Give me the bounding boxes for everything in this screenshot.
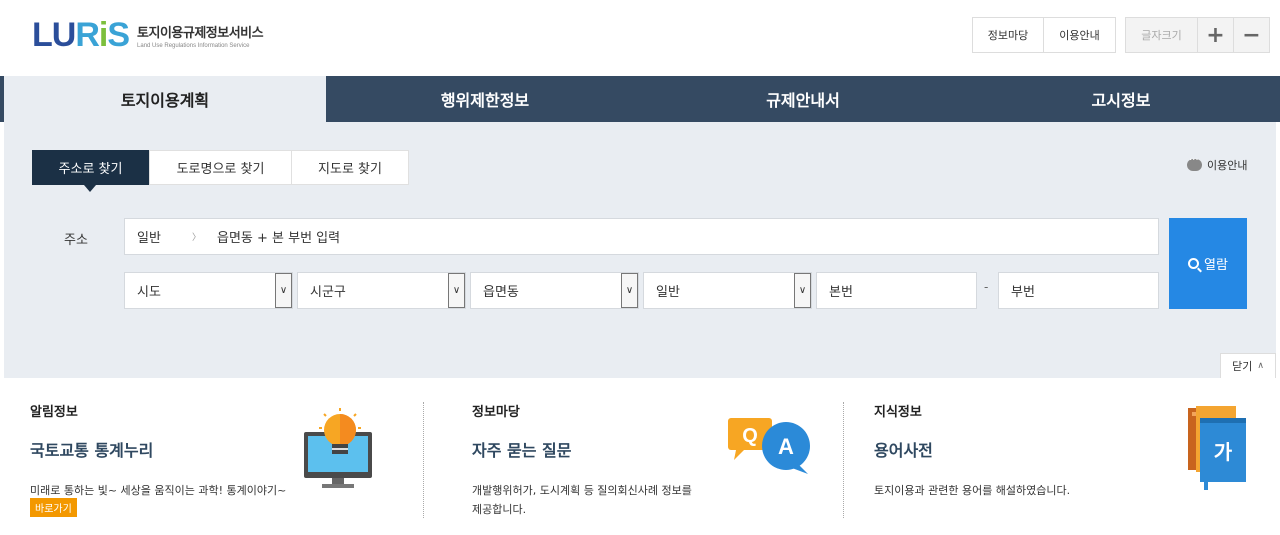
chat-bubble-icon	[1187, 155, 1202, 171]
number-separator: -	[984, 280, 989, 294]
info-board-link[interactable]: 정보마당	[972, 17, 1044, 53]
tab-road-name-search[interactable]: 도로명으로 찾기	[149, 150, 292, 185]
logo-title: 토지이용규제정보서비스	[137, 25, 264, 41]
usage-guide-link[interactable]: 이용안내	[1187, 155, 1247, 173]
column-description: 개발행위허가, 도시계획 등 질의회신사례 정보를 제공합니다.	[472, 484, 692, 516]
header: LURiS 토지이용규제정보서비스 Land Use Regulations I…	[0, 0, 1280, 76]
qa-bubble-icon: Q A	[728, 418, 810, 474]
shortcut-button[interactable]: 바로가기	[30, 498, 77, 517]
dictionary-book-icon: 가	[1188, 406, 1246, 490]
logo-subtitle: Land Use Regulations Information Service	[137, 42, 250, 49]
chevron-down-icon: 〉	[191, 233, 201, 243]
font-decrease-button[interactable]: −	[1234, 17, 1270, 53]
view-button[interactable]: 열람	[1169, 218, 1247, 309]
chevron-down-icon: ∨	[275, 273, 292, 308]
font-size-control: 글자크기 + −	[1125, 17, 1270, 53]
tab-map-search[interactable]: 지도로 찾기	[292, 150, 409, 185]
chevron-down-icon: ∨	[621, 273, 638, 308]
column-divider	[843, 402, 844, 518]
user-guide-link[interactable]: 이용안내	[1044, 17, 1116, 53]
land-type-select[interactable]: 일반 ∨	[643, 272, 812, 309]
chevron-up-icon: ∧	[1257, 361, 1264, 371]
address-text: 읍면동 + 본 부번 입력	[217, 231, 341, 246]
nav-notice-info[interactable]: 고시정보	[962, 76, 1280, 122]
address-input[interactable]: 일반 〉 읍면동 + 본 부번 입력	[124, 218, 1159, 255]
sido-select[interactable]: 시도 ∨	[124, 272, 293, 309]
book-char: 가	[1214, 440, 1233, 464]
address-type-select[interactable]: 일반 〉	[125, 227, 205, 246]
search-icon	[1188, 258, 1200, 269]
font-size-label: 글자크기	[1125, 17, 1198, 53]
tab-address-search[interactable]: 주소로 찾기	[32, 150, 149, 192]
glossary-link[interactable]: 용어사전	[874, 437, 933, 461]
main-nav: 토지이용계획 행위제한정보 규제안내서 고시정보	[0, 76, 1280, 122]
eupmyeondong-select[interactable]: 읍면동 ∨	[470, 272, 639, 309]
logo-mark: LURiS	[32, 16, 130, 54]
close-panel-button[interactable]: 닫기 ∧	[1220, 353, 1276, 378]
search-tabs: 주소로 찾기 도로명으로 찾기 지도로 찾기	[32, 150, 409, 192]
search-panel: 주소로 찾기 도로명으로 찾기 지도로 찾기 이용안내 주소 일반 〉 읍면동 …	[4, 122, 1276, 378]
svg-text:A: A	[778, 434, 794, 459]
logo[interactable]: LURiS 토지이용규제정보서비스 Land Use Regulations I…	[32, 16, 264, 54]
main-number-input[interactable]: 본번	[816, 272, 977, 309]
category-label: 정보마당	[472, 405, 520, 420]
nav-activity-restriction[interactable]: 행위제한정보	[326, 76, 644, 122]
top-links: 정보마당 이용안내	[972, 17, 1116, 53]
chevron-down-icon: ∨	[448, 273, 465, 308]
column-description: 토지이용과 관련한 용어를 해설하였습니다.	[874, 484, 1071, 497]
sigungu-select[interactable]: 시군구 ∨	[297, 272, 466, 309]
info-section: 알림정보 국토교통 통계누리 미래로 통하는 빛~ 세상을 움직이는 과학! 통…	[0, 378, 1280, 535]
chevron-down-icon: ∨	[794, 273, 811, 308]
category-label: 지식정보	[874, 405, 922, 420]
faq-link[interactable]: 자주 묻는 질문	[472, 437, 571, 461]
nav-regulation-guide[interactable]: 규제안내서	[644, 76, 962, 122]
font-increase-button[interactable]: +	[1198, 17, 1234, 53]
lightbulb-monitor-icon	[304, 408, 372, 488]
category-label: 알림정보	[30, 405, 78, 420]
stats-nuri-link[interactable]: 국토교통 통계누리	[30, 437, 153, 461]
sub-number-input[interactable]: 부번	[998, 272, 1159, 309]
address-label: 주소	[64, 233, 88, 248]
nav-land-use-plan[interactable]: 토지이용계획	[4, 76, 326, 122]
column-divider	[423, 402, 424, 518]
svg-text:Q: Q	[742, 425, 758, 447]
